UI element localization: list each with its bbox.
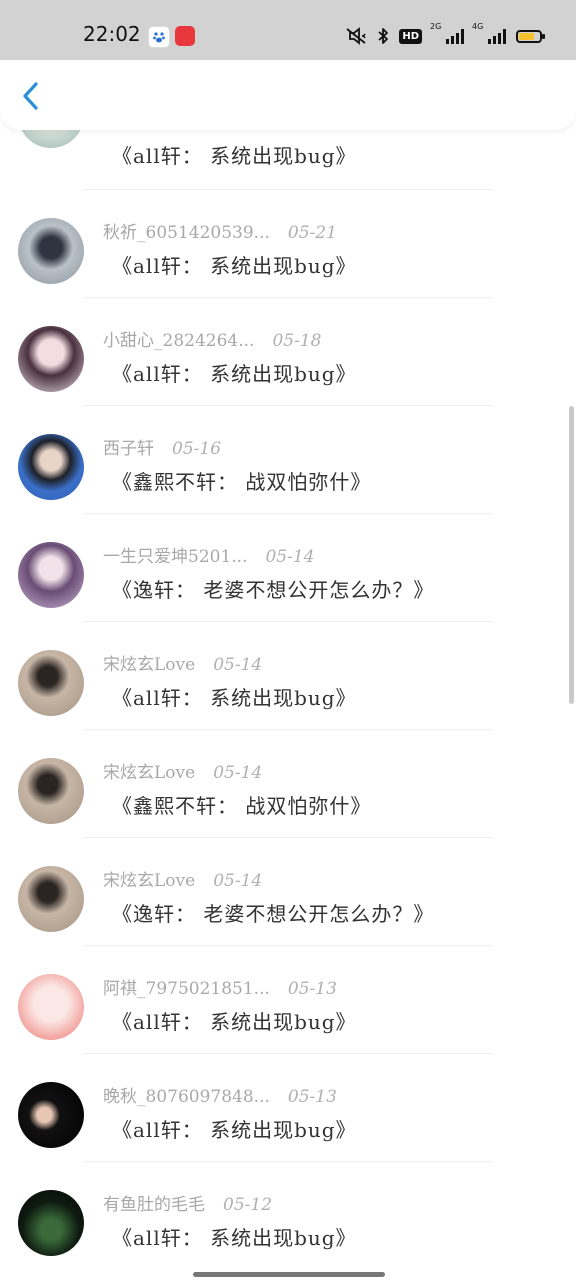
item-meta: 一生只爱坤5201... 05-14 bbox=[103, 542, 315, 567]
red-app-icon bbox=[175, 26, 195, 46]
avatar bbox=[18, 218, 84, 284]
sender-name: 秋祈_6051420539... bbox=[103, 223, 270, 243]
mute-icon bbox=[346, 27, 366, 45]
message-text: 《逸轩： 老婆不想公开怎么办？》 bbox=[112, 902, 435, 926]
avatar bbox=[18, 650, 84, 716]
item-date: 05-13 bbox=[287, 1087, 337, 1107]
avatar bbox=[18, 866, 84, 932]
list-item[interactable]: 小甜心_2824264... 05-18 《all轩： 系统出现bug》 bbox=[0, 298, 576, 406]
chevron-left-icon bbox=[23, 82, 38, 110]
item-meta: 小甜心_2824264... 05-18 bbox=[103, 326, 321, 351]
message-text: 《all轩： 系统出现bug》 bbox=[112, 686, 357, 710]
avatar bbox=[18, 758, 84, 824]
sender-name: 晚秋_8076097848... bbox=[103, 1087, 270, 1107]
status-bar: 22:02 HD 2G 4G bbox=[0, 0, 576, 60]
sender-name: 西子轩 bbox=[103, 439, 154, 459]
top-bar bbox=[0, 60, 576, 130]
list-item[interactable]: 宋炫玄Love 05-14 《鑫熙不轩： 战双怕弥什》 bbox=[0, 730, 576, 838]
message-text: 《all轩： 系统出现bug》 bbox=[112, 144, 357, 168]
list-item[interactable]: 西子轩 05-16 《鑫熙不轩： 战双怕弥什》 bbox=[0, 406, 576, 514]
item-date: 05-18 bbox=[272, 331, 322, 351]
scrollbar[interactable] bbox=[569, 406, 574, 704]
item-meta: 西子轩 05-16 bbox=[103, 434, 221, 459]
list-item[interactable]: 秋祈_6051420539... 05-21 《all轩： 系统出现bug》 bbox=[0, 190, 576, 298]
sender-name: 一生只爱坤5201... bbox=[103, 547, 248, 567]
avatar bbox=[18, 1190, 84, 1256]
status-time: 22:02 bbox=[83, 22, 141, 46]
sender-name: 宋炫玄Love bbox=[103, 871, 196, 891]
message-text: 《all轩： 系统出现bug》 bbox=[112, 254, 357, 278]
item-meta: 阿祺_7975021851... 05-13 bbox=[103, 974, 337, 999]
message-text: 《鑫熙不轩： 战双怕弥什》 bbox=[112, 794, 372, 818]
item-date: 05-14 bbox=[213, 763, 263, 783]
sender-name: 宋炫玄Love bbox=[103, 655, 196, 675]
avatar bbox=[18, 542, 84, 608]
list-item[interactable]: 有鱼肚的毛毛 05-12 《all轩： 系统出现bug》 bbox=[0, 1162, 576, 1270]
item-meta: 宋炫玄Love 05-14 bbox=[103, 650, 262, 675]
message-text: 《all轩： 系统出现bug》 bbox=[112, 1226, 357, 1250]
message-text: 《all轩： 系统出现bug》 bbox=[112, 1118, 357, 1142]
avatar bbox=[18, 434, 84, 500]
sender-name: 宋炫玄Love bbox=[103, 763, 196, 783]
item-date: 05-14 bbox=[213, 871, 263, 891]
item-date: 05-14 bbox=[213, 655, 263, 675]
item-meta: 晚秋_8076097848... 05-13 bbox=[103, 1082, 337, 1107]
item-date: 05-12 bbox=[223, 1195, 273, 1215]
item-meta: 宋炫玄Love 05-14 bbox=[103, 866, 262, 891]
avatar bbox=[18, 974, 84, 1040]
item-date: 05-13 bbox=[287, 979, 337, 999]
list-item[interactable]: 宋炫玄Love 05-14 《逸轩： 老婆不想公开怎么办？》 bbox=[0, 838, 576, 946]
list-item[interactable]: 阿祺_7975021851... 05-13 《all轩： 系统出现bug》 bbox=[0, 946, 576, 1054]
message-text: 《all轩： 系统出现bug》 bbox=[112, 1010, 357, 1034]
item-meta: 秋祈_6051420539... 05-21 bbox=[103, 218, 337, 243]
list-item[interactable]: 晚秋_8076097848... 05-13 《all轩： 系统出现bug》 bbox=[0, 1054, 576, 1162]
hd-badge: HD bbox=[399, 28, 422, 44]
back-button[interactable] bbox=[16, 78, 48, 114]
sender-name: 小甜心_2824264... bbox=[103, 331, 255, 351]
item-date: 05-16 bbox=[172, 439, 222, 459]
message-text: 《all轩： 系统出现bug》 bbox=[112, 362, 357, 386]
list-item[interactable]: 一生只爱坤5201... 05-14 《逸轩： 老婆不想公开怎么办？》 bbox=[0, 514, 576, 622]
message-text: 《鑫熙不轩： 战双怕弥什》 bbox=[112, 470, 372, 494]
home-indicator[interactable] bbox=[193, 1272, 385, 1277]
message-text: 《逸轩： 老婆不想公开怎么办？》 bbox=[112, 578, 435, 602]
sender-name: 阿祺_7975021851... bbox=[103, 979, 270, 999]
item-date: 05-14 bbox=[265, 547, 315, 567]
baidu-app-icon bbox=[148, 26, 170, 48]
item-meta: 宋炫玄Love 05-14 bbox=[103, 758, 262, 783]
item-date: 05-21 bbox=[287, 223, 337, 243]
signal-icon-1: 2G bbox=[430, 22, 464, 44]
list-item[interactable]: 宋炫玄Love 05-14 《all轩： 系统出现bug》 bbox=[0, 622, 576, 730]
avatar bbox=[18, 326, 84, 392]
item-meta: 有鱼肚的毛毛 05-12 bbox=[103, 1190, 272, 1215]
avatar bbox=[18, 1082, 84, 1148]
signal-icon-2: 4G bbox=[472, 22, 506, 44]
bluetooth-icon bbox=[378, 28, 389, 44]
sender-name: 有鱼肚的毛毛 bbox=[103, 1195, 205, 1215]
battery-icon bbox=[516, 29, 545, 43]
